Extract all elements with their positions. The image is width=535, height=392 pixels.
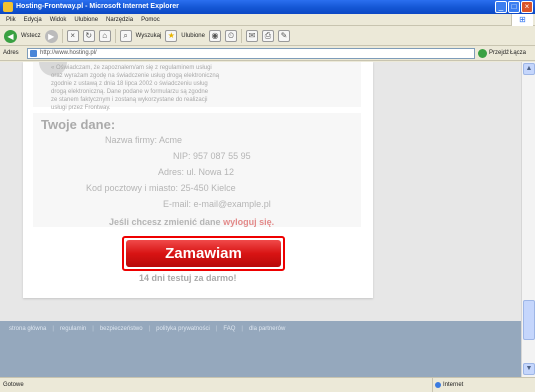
menu-favorites[interactable]: Ulubione — [74, 14, 98, 25]
address-input[interactable]: http://www.hosting.pl/ — [27, 48, 475, 59]
status-bar: Gotowe Internet — [0, 377, 535, 392]
your-data-box: Twoje dane: Nazwa firmy: Acme NIP: 957 0… — [33, 113, 361, 227]
address-row: Adres: ul. Nowa 12 — [158, 167, 234, 177]
status-zone-label: Internet — [443, 382, 464, 388]
address-data-value: ul. Nowa 12 — [186, 167, 235, 177]
address-url[interactable]: http://www.hosting.pl/ — [40, 50, 97, 56]
nip-value: 957 087 55 95 — [193, 151, 251, 161]
footer-link[interactable]: regulamin — [60, 326, 86, 332]
toolbar-separator — [61, 29, 63, 43]
company-row: Nazwa firmy: Acme — [105, 135, 182, 145]
maximize-button[interactable]: □ — [508, 1, 520, 13]
menu-file[interactable]: Plik — [6, 14, 16, 25]
page-viewport: « Oświadczam, że zapoznałem/am się z reg… — [0, 62, 521, 377]
footer-link[interactable]: strona główna — [9, 326, 46, 332]
footer-links: strona główna | regulamin | bezpieczeńst… — [9, 326, 285, 332]
favorites-label[interactable]: Ulubione — [181, 33, 205, 39]
status-text: Gotowe — [3, 382, 24, 388]
terms-line: usługi przez Frontway. — [51, 105, 111, 111]
footer-separator: | — [148, 326, 151, 332]
minimize-button[interactable]: _ — [495, 1, 507, 13]
terms-text: « Oświadczam, że zapoznałem/am się z reg… — [51, 64, 291, 112]
toolbar-separator — [240, 29, 242, 43]
browser-toolbar: ◀ Wstecz ▶ × ↻ ⌂ ⌕ Wyszukaj ★ Ulubione ◉… — [0, 27, 535, 46]
nip-row: NIP: 957 087 55 95 — [173, 151, 251, 161]
email-value: e-mail@example.pl — [193, 199, 271, 209]
window-controls: _ □ × — [495, 1, 533, 13]
email-row: E-mail: e-mail@example.pl — [163, 199, 271, 209]
order-button[interactable]: Zamawiam — [126, 240, 281, 267]
zip-row: Kod pocztowy i miasto: 25-450 Kielce — [86, 183, 236, 193]
back-label[interactable]: Wstecz — [21, 33, 41, 39]
menu-bar: Plik Edycja Widok Ulubione Narzędzia Pom… — [0, 14, 535, 26]
scroll-thumb[interactable] — [523, 300, 535, 340]
menu-view[interactable]: Widok — [50, 14, 67, 25]
globe-icon — [435, 382, 441, 388]
footer-link[interactable]: polityka prywatności — [156, 326, 210, 332]
terms-line: ze stanem faktycznym i zostaną wykorzyst… — [51, 97, 208, 103]
vertical-scrollbar[interactable]: ▲ ▼ — [521, 62, 535, 377]
scroll-down-icon[interactable]: ▼ — [523, 363, 535, 375]
menu-tools[interactable]: Narzędzia — [106, 14, 133, 25]
company-value: Acme — [159, 135, 183, 145]
media-icon[interactable]: ◉ — [208, 30, 221, 42]
zip-value: 25-450 Kielce — [180, 183, 236, 193]
company-label: Nazwa firmy: — [105, 135, 158, 145]
stop-icon[interactable]: × — [66, 30, 79, 42]
ie-app-icon — [3, 2, 13, 12]
logout-link[interactable]: wyloguj się. — [223, 217, 274, 227]
go-button[interactable]: Przejdź — [478, 48, 509, 59]
mail-icon[interactable]: ✉ — [245, 30, 258, 42]
go-arrow-icon — [478, 49, 487, 58]
order-summary-card: « Oświadczam, że zapoznałem/am się z reg… — [23, 62, 373, 298]
zip-label: Kod pocztowy i miasto: — [86, 183, 179, 193]
nip-label: NIP: — [173, 151, 191, 161]
footer-link[interactable]: bezpieczeństwo — [100, 326, 143, 332]
terms-box: « Oświadczam, że zapoznałem/am się z reg… — [33, 62, 361, 111]
trial-text: 14 dni testuj za darmo! — [139, 273, 237, 283]
email-label: E-mail: — [163, 199, 192, 209]
refresh-icon[interactable]: ↻ — [82, 30, 95, 42]
history-icon[interactable]: ⏲ — [224, 30, 237, 42]
change-data-line: Jeśli chcesz zmienić dane wyloguj się. — [109, 217, 274, 227]
links-label[interactable]: Łącza — [510, 46, 526, 61]
address-label: Adres — [3, 50, 19, 56]
footer-separator: | — [241, 326, 243, 332]
footer-separator: | — [92, 326, 94, 332]
window-title: Hosting-Frontway.pl - Microsoft Internet… — [16, 3, 179, 10]
order-button-frame: Zamawiam — [122, 236, 285, 271]
menu-help[interactable]: Pomoc — [141, 14, 160, 25]
go-label[interactable]: Przejdź — [489, 50, 509, 56]
forward-arrow-icon[interactable]: ▶ — [44, 29, 58, 43]
scroll-up-icon[interactable]: ▲ — [523, 63, 535, 75]
footer-separator: | — [215, 326, 218, 332]
footer-link[interactable]: FAQ — [223, 326, 235, 332]
back-arrow-icon[interactable]: ◀ — [4, 29, 17, 43]
print-icon[interactable]: ⎙ — [261, 30, 274, 42]
terms-line: « Oświadczam, że zapoznałem/am się z reg… — [51, 65, 212, 71]
footer-separator: | — [52, 326, 54, 332]
search-label[interactable]: Wyszukaj — [136, 33, 162, 39]
edit-icon[interactable]: ✎ — [277, 30, 290, 42]
menu-edit[interactable]: Edycja — [24, 14, 42, 25]
window-titlebar: Hosting-Frontway.pl - Microsoft Internet… — [0, 0, 535, 14]
page-icon — [30, 50, 37, 57]
change-data-text: Jeśli chcesz zmienić dane — [109, 217, 221, 227]
favorites-star-icon[interactable]: ★ — [165, 30, 178, 42]
site-footer: strona główna | regulamin | bezpieczeńst… — [0, 321, 521, 377]
home-icon[interactable]: ⌂ — [98, 30, 111, 42]
close-button[interactable]: × — [521, 1, 533, 13]
terms-line: oraz wyrażam zgodę na świadczenie usług … — [51, 73, 220, 79]
address-bar: Adres http://www.hosting.pl/ Przejdź Łąc… — [0, 46, 535, 61]
search-icon[interactable]: ⌕ — [119, 30, 132, 42]
footer-link[interactable]: dla partnerów — [249, 326, 285, 332]
your-data-title: Twoje dane: — [41, 117, 116, 132]
address-data-label: Adres: — [158, 167, 185, 177]
status-zone: Internet — [432, 378, 463, 392]
terms-line: drogą elektroniczną. Dane podane w formu… — [51, 89, 209, 95]
terms-line: zgodnie z ustawą z dnia 18 lipca 2002 o … — [51, 81, 208, 87]
toolbar-separator — [114, 29, 116, 43]
windows-logo-icon: ⊞ — [511, 14, 533, 26]
